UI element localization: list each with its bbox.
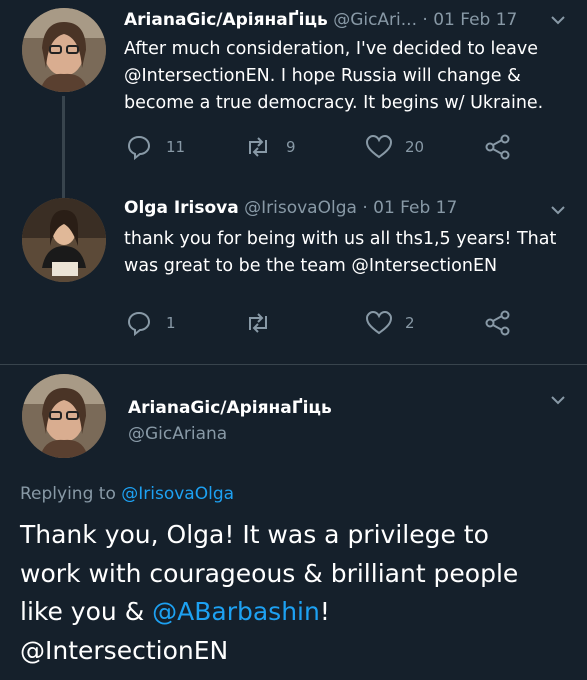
tweet-text: After much consideration, I've decided t… bbox=[124, 36, 574, 117]
tweet-text-line: thank you for being with us all ths1,5 y… bbox=[124, 229, 557, 249]
replying-to-link[interactable]: @IrisovaOlga bbox=[121, 484, 234, 504]
tweet-text-line: become a true democracy. It begins w/ Uk… bbox=[124, 93, 544, 113]
tweet-text-line: After much consideration, I've decided t… bbox=[124, 39, 539, 59]
tweet-text: thank you for being with us all ths1,5 y… bbox=[124, 226, 574, 280]
replying-to: Replying to @IrisovaOlga bbox=[20, 484, 234, 504]
mention-link[interactable]: @ABarbashin bbox=[152, 597, 320, 626]
tweet-text-line: was great to be the team @IntersectionEN bbox=[124, 256, 498, 276]
retweet-button[interactable]: 9 bbox=[244, 134, 296, 160]
share-button[interactable] bbox=[484, 310, 512, 336]
avatar[interactable] bbox=[22, 8, 106, 92]
handle-date: @GicAri... · 01 Feb 17 bbox=[333, 10, 518, 30]
reply-count: 1 bbox=[166, 314, 176, 332]
replying-prefix: Replying to bbox=[20, 484, 122, 504]
tweet-header: Olga Irisova @IrisovaOlga · 01 Feb 17 bbox=[124, 198, 457, 218]
main-text-segment: like you & bbox=[20, 597, 153, 626]
avatar[interactable] bbox=[22, 374, 106, 458]
share-icon bbox=[484, 310, 512, 336]
retweet-icon bbox=[244, 310, 272, 336]
share-icon bbox=[484, 134, 512, 160]
chevron-down-icon[interactable] bbox=[548, 390, 568, 414]
retweet-button[interactable] bbox=[244, 310, 286, 336]
divider bbox=[0, 364, 587, 365]
thread-line bbox=[62, 96, 65, 204]
heart-icon bbox=[365, 134, 393, 160]
reply-icon bbox=[126, 134, 152, 160]
reply-button[interactable]: 11 bbox=[126, 134, 185, 160]
author-name[interactable]: ArianaGic/АріянаҐіць bbox=[124, 10, 328, 30]
share-button[interactable] bbox=[484, 134, 512, 160]
chevron-down-icon[interactable] bbox=[548, 200, 568, 224]
reply-count: 11 bbox=[166, 138, 186, 156]
main-text-segment: ! bbox=[319, 597, 330, 626]
tweet-header: ArianaGic/АріянаҐіць @GicAri... · 01 Feb… bbox=[124, 10, 517, 30]
heart-icon bbox=[365, 310, 393, 336]
main-tweet-text: Thank you, Olga! It was a privilege to w… bbox=[20, 516, 580, 670]
like-count: 20 bbox=[405, 138, 425, 156]
like-button[interactable]: 20 bbox=[365, 134, 424, 160]
like-button[interactable]: 2 bbox=[365, 310, 415, 336]
reply-button[interactable]: 1 bbox=[126, 310, 176, 336]
reply-icon bbox=[126, 310, 152, 336]
main-author-handle[interactable]: @GicAriana bbox=[128, 424, 227, 444]
retweet-count: 9 bbox=[286, 138, 296, 156]
handle-date: @IrisovaOlga · 01 Feb 17 bbox=[244, 198, 458, 218]
tweet-text-line: @IntersectionEN. I hope Russia will chan… bbox=[124, 66, 521, 86]
like-count: 2 bbox=[405, 314, 415, 332]
chevron-down-icon[interactable] bbox=[548, 10, 568, 34]
main-text-line: @IntersectionEN bbox=[20, 635, 229, 665]
main-text-line: work with courageous & brilliant people bbox=[20, 558, 519, 588]
main-author-name[interactable]: ArianaGic/АріянаҐіць bbox=[128, 398, 332, 418]
main-text-line: like you & @ABarbashin! bbox=[20, 593, 580, 632]
avatar[interactable] bbox=[22, 198, 106, 282]
retweet-icon bbox=[244, 134, 272, 160]
main-text-line: Thank you, Olga! It was a privilege to bbox=[20, 520, 489, 549]
author-name[interactable]: Olga Irisova bbox=[124, 198, 239, 218]
